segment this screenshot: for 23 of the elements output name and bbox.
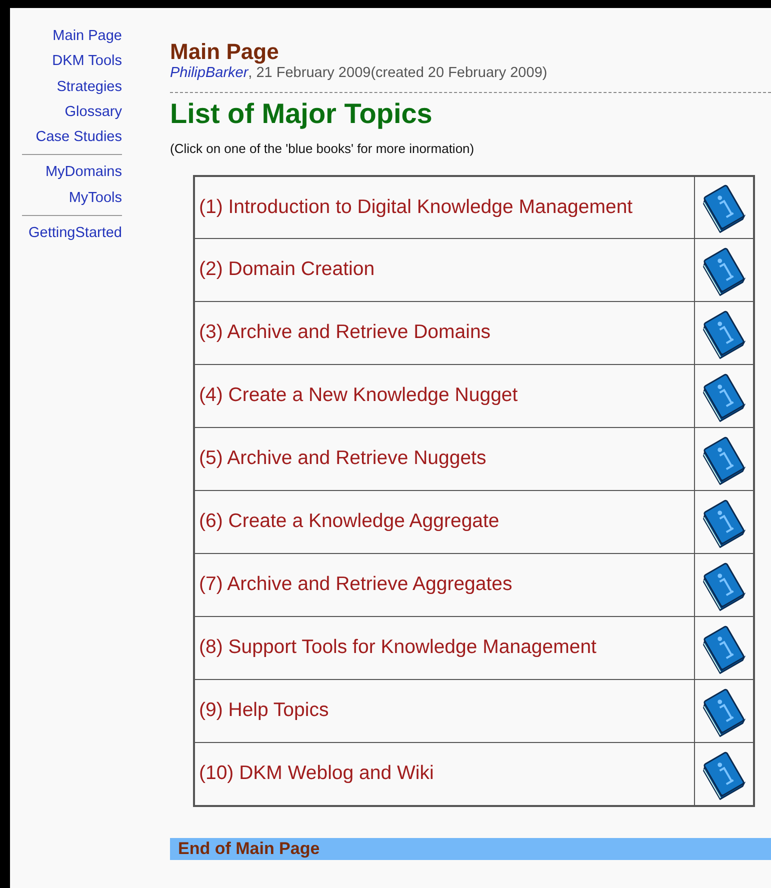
topic-link[interactable]: (7) Archive and Retrieve Aggregates bbox=[194, 554, 694, 616]
sidebar-link[interactable]: GettingStarted bbox=[28, 221, 122, 246]
topic-link[interactable]: (6) Create a Knowledge Aggregate bbox=[194, 490, 694, 554]
author-link[interactable]: PhilipBarker bbox=[170, 65, 248, 81]
topic-link[interactable]: (9) Help Topics bbox=[194, 680, 694, 742]
sidebar-link[interactable]: MyTools bbox=[68, 186, 122, 212]
sidebar-link[interactable]: Case Studies bbox=[36, 125, 122, 150]
topic-link[interactable]: (2) Domain Creation bbox=[194, 238, 694, 302]
page-title: Main Page bbox=[170, 40, 280, 64]
footer-banner: End of Main Page bbox=[170, 838, 771, 860]
section-heading: List of Major Topics bbox=[170, 97, 434, 131]
hint-text: (Click on one of the 'blue books' for more inormation) bbox=[170, 140, 476, 158]
sidebar-link[interactable]: Main Page bbox=[52, 24, 122, 50]
sidebar-link[interactable]: Strategies bbox=[56, 74, 122, 100]
sidebar-link[interactable]: Glossary bbox=[64, 100, 122, 126]
sidebar-link[interactable]: MyDomains bbox=[45, 160, 122, 186]
date-text: , 21 February 2009(created 20 February 2009) bbox=[248, 65, 548, 81]
topic-link[interactable]: (1) Introduction to Digital Knowledge Management bbox=[194, 176, 694, 238]
topic-link[interactable]: (3) Archive and Retrieve Domains bbox=[194, 302, 694, 364]
topic-link[interactable]: (8) Support Tools for Knowledge Management bbox=[194, 616, 694, 680]
topic-link[interactable]: (5) Archive and Retrieve Nuggets bbox=[194, 428, 694, 490]
sidebar-link[interactable]: DKM Tools bbox=[52, 49, 122, 75]
topic-link[interactable]: (4) Create a New Knowledge Nugget bbox=[194, 364, 694, 428]
